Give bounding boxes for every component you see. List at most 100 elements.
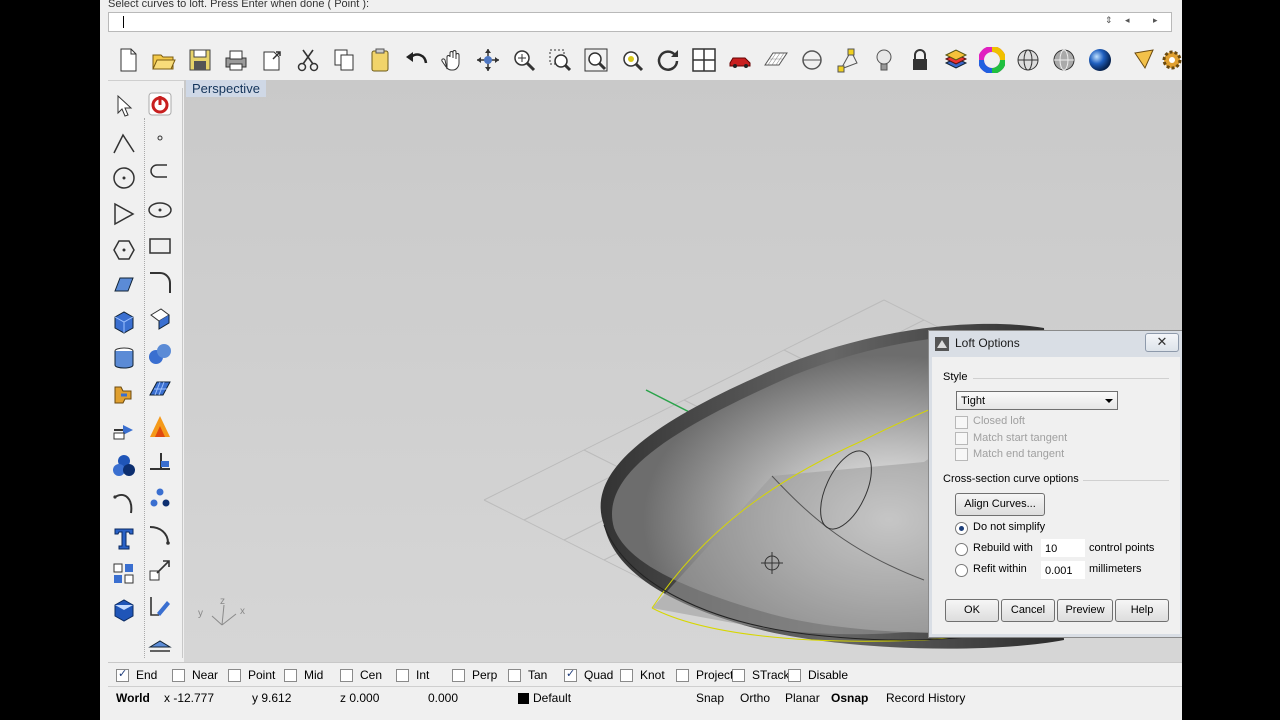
refresh-button[interactable] <box>652 44 684 76</box>
match-start-checkbox[interactable] <box>955 432 968 445</box>
layer-button[interactable] <box>940 44 972 76</box>
dialog-titlebar[interactable]: Loft Options ✕ <box>929 331 1182 357</box>
dots-tool[interactable] <box>144 482 176 514</box>
render-box-tool[interactable] <box>108 594 140 626</box>
point-tool[interactable] <box>144 122 176 154</box>
solids-tool[interactable] <box>108 450 140 482</box>
osnap-point[interactable]: Point <box>228 668 275 682</box>
osnap-checkbox[interactable] <box>172 668 185 682</box>
arc-tool[interactable] <box>144 158 176 190</box>
scroll-right-icon[interactable]: ▸ <box>1153 15 1158 26</box>
open-button[interactable] <box>148 44 180 76</box>
osnap-checkbox[interactable] <box>452 668 465 682</box>
osnap-checkbox[interactable] <box>340 668 353 682</box>
osnap-checkbox[interactable] <box>620 668 633 682</box>
scroll-spin-icon[interactable]: ⇕ <box>1105 15 1113 26</box>
scroll-left-icon[interactable]: ◂ <box>1125 15 1130 26</box>
osnap-near[interactable]: Near <box>172 668 218 682</box>
osnap-knot[interactable]: Knot <box>620 668 665 682</box>
move-tool[interactable] <box>144 554 176 586</box>
command-input[interactable]: ⇕ ◂ ▸ <box>108 12 1172 32</box>
color-button[interactable] <box>976 44 1008 76</box>
undo-button[interactable] <box>400 44 432 76</box>
osnap-checkbox[interactable] <box>732 668 745 682</box>
osnap-checkbox[interactable] <box>788 668 801 682</box>
circle-tool[interactable] <box>108 162 140 194</box>
ortho-toggle[interactable]: Ortho <box>740 691 770 705</box>
transform-tool[interactable] <box>108 414 140 446</box>
osnap-button[interactable] <box>796 44 828 76</box>
refit-tolerance-field[interactable]: 0.001 <box>1041 561 1085 579</box>
close-button[interactable]: ✕ <box>1145 333 1179 352</box>
osnap-project[interactable]: Project <box>676 668 733 682</box>
ellipse-tool[interactable] <box>144 194 176 226</box>
select-tool[interactable] <box>108 90 140 122</box>
snap-toggle[interactable]: Snap <box>696 691 724 705</box>
do-not-simplify-radio[interactable] <box>955 522 968 535</box>
planar-toggle[interactable]: Planar <box>785 691 820 705</box>
osnap-checkbox[interactable] <box>564 667 577 682</box>
array-tool[interactable] <box>108 558 140 590</box>
cylinder-tool[interactable] <box>108 342 140 374</box>
options-button[interactable] <box>1156 44 1182 76</box>
osnap-toggle[interactable]: Osnap <box>831 691 868 705</box>
zoom-extents-button[interactable] <box>580 44 612 76</box>
style-dropdown[interactable]: Tight <box>956 391 1118 410</box>
light-button[interactable] <box>868 44 900 76</box>
refit-within-radio[interactable] <box>955 564 968 577</box>
boolean-tool[interactable] <box>144 410 176 442</box>
fillet-curve-tool[interactable] <box>144 266 176 298</box>
patch-surface-tool[interactable] <box>144 374 176 406</box>
shaded-button[interactable] <box>1048 44 1080 76</box>
explode-tool[interactable] <box>108 378 140 410</box>
analyze-tool[interactable] <box>144 446 176 478</box>
closed-loft-checkbox[interactable] <box>955 416 968 429</box>
zoom-button[interactable] <box>508 44 540 76</box>
dimension-tool[interactable] <box>144 626 176 658</box>
osnap-strack[interactable]: STrack <box>732 668 790 682</box>
rotate-view-button[interactable] <box>472 44 504 76</box>
four-viewports-button[interactable] <box>688 44 720 76</box>
osnap-quad[interactable]: Quad <box>564 667 613 682</box>
polyline-tool[interactable] <box>108 128 140 160</box>
paste-button[interactable] <box>364 44 396 76</box>
osnap-disable[interactable]: Disable <box>788 668 848 682</box>
wireframe-button[interactable] <box>1012 44 1044 76</box>
text-tool[interactable] <box>108 522 140 554</box>
rendered-button[interactable] <box>1084 44 1116 76</box>
spheres-tool[interactable] <box>144 338 176 370</box>
surface-tool[interactable] <box>108 270 140 302</box>
match-end-checkbox[interactable] <box>955 448 968 461</box>
rebuild-count-field[interactable]: 10 <box>1041 539 1085 557</box>
power-tool[interactable] <box>144 88 176 120</box>
viewport-title[interactable]: Perspective <box>186 80 266 97</box>
curve-tool[interactable] <box>108 198 140 230</box>
osnap-checkbox[interactable] <box>676 668 689 682</box>
copy-button[interactable] <box>328 44 360 76</box>
osnap-checkbox[interactable] <box>508 668 521 682</box>
record-history-toggle[interactable]: Record History <box>886 691 965 705</box>
align-curves-button[interactable]: Align Curves... <box>955 493 1045 516</box>
new-button[interactable] <box>112 44 144 76</box>
point-tool-button[interactable] <box>832 44 864 76</box>
osnap-cen[interactable]: Cen <box>340 668 382 682</box>
osnap-int[interactable]: Int <box>396 668 429 682</box>
osnap-end[interactable]: End <box>116 667 157 682</box>
osnap-tan[interactable]: Tan <box>508 668 547 682</box>
mirror-tool[interactable] <box>144 590 176 622</box>
extrude-surface-tool[interactable] <box>144 302 176 334</box>
curve-fillet-tool[interactable] <box>144 518 176 550</box>
cancel-button[interactable]: Cancel <box>1001 599 1055 622</box>
preview-button[interactable]: Preview <box>1057 599 1113 622</box>
cut-button[interactable] <box>292 44 324 76</box>
car-button[interactable] <box>724 44 756 76</box>
arc-curve-tool[interactable] <box>108 486 140 518</box>
lock-button[interactable] <box>904 44 936 76</box>
osnap-checkbox[interactable] <box>116 667 129 682</box>
help-button[interactable]: Help <box>1115 599 1169 622</box>
pan-button[interactable] <box>436 44 468 76</box>
ok-button[interactable]: OK <box>945 599 999 622</box>
zoom-window-button[interactable] <box>544 44 576 76</box>
box-tool[interactable] <box>108 306 140 338</box>
grid-button[interactable] <box>760 44 792 76</box>
